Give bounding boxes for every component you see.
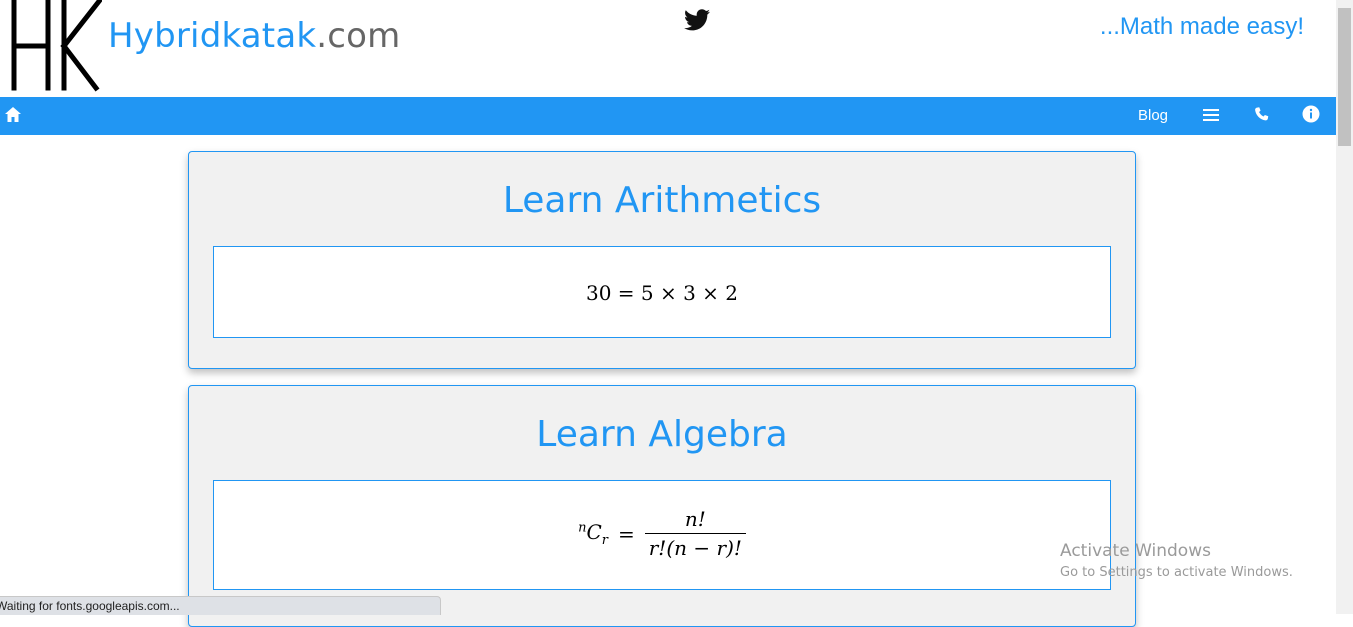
browser-status-bar: Waiting for fonts.googleapis.com... — [0, 596, 441, 615]
formula-equals: = — [617, 521, 635, 546]
nav-blog-link[interactable]: Blog — [1138, 107, 1168, 124]
formula-numerator: n! — [684, 507, 706, 531]
tagline: ...Math made easy! — [1099, 13, 1304, 40]
home-icon[interactable] — [4, 106, 22, 124]
formula-box: nCr = n! r!(n − r)! — [213, 480, 1111, 590]
arithmetics-card[interactable]: Learn Arithmetics 30 = 5 × 3 × 2 — [188, 151, 1136, 369]
main-navbar: Blog — [0, 97, 1336, 135]
windows-activation-watermark: Activate Windows Go to Settings to activ… — [1060, 541, 1293, 580]
arithmetic-formula: 30 = 5 × 3 × 2 — [585, 281, 739, 305]
combination-formula: nCr = n! r!(n − r)! — [214, 507, 1110, 560]
info-icon[interactable] — [1302, 105, 1320, 123]
formula-lhs: nCr — [578, 520, 608, 548]
phone-icon[interactable] — [1254, 106, 1269, 122]
card-title: Learn Arithmetics — [502, 180, 822, 221]
site-name-tld: .com — [316, 16, 401, 56]
page-scrollbar[interactable] — [1336, 0, 1353, 614]
scrollbar-thumb[interactable] — [1338, 8, 1351, 146]
hk-logo-icon[interactable] — [6, 0, 102, 92]
watermark-title: Activate Windows — [1060, 541, 1211, 561]
watermark-subtitle: Go to Settings to activate Windows. — [1060, 565, 1293, 580]
formula-denominator: r!(n − r)! — [644, 533, 746, 560]
formula-lhs-sub: r — [601, 532, 608, 548]
formula-box: 30 = 5 × 3 × 2 — [213, 246, 1111, 338]
site-name-main: Hybridkatak — [108, 16, 317, 56]
card-title: Learn Algebra — [536, 414, 788, 455]
twitter-icon[interactable] — [684, 9, 710, 31]
site-header: Hybridkatak.com ...Math made easy! — [0, 0, 1336, 97]
site-name[interactable]: Hybridkatak.com — [108, 16, 401, 56]
status-text: Waiting for fonts.googleapis.com... — [0, 599, 180, 613]
algebra-card[interactable]: Learn Algebra nCr = n! r!(n − r)! — [188, 385, 1136, 627]
formula-lhs-base: C — [586, 519, 602, 544]
menu-icon[interactable] — [1203, 108, 1219, 122]
formula-fraction: n! r!(n − r)! — [644, 507, 746, 560]
